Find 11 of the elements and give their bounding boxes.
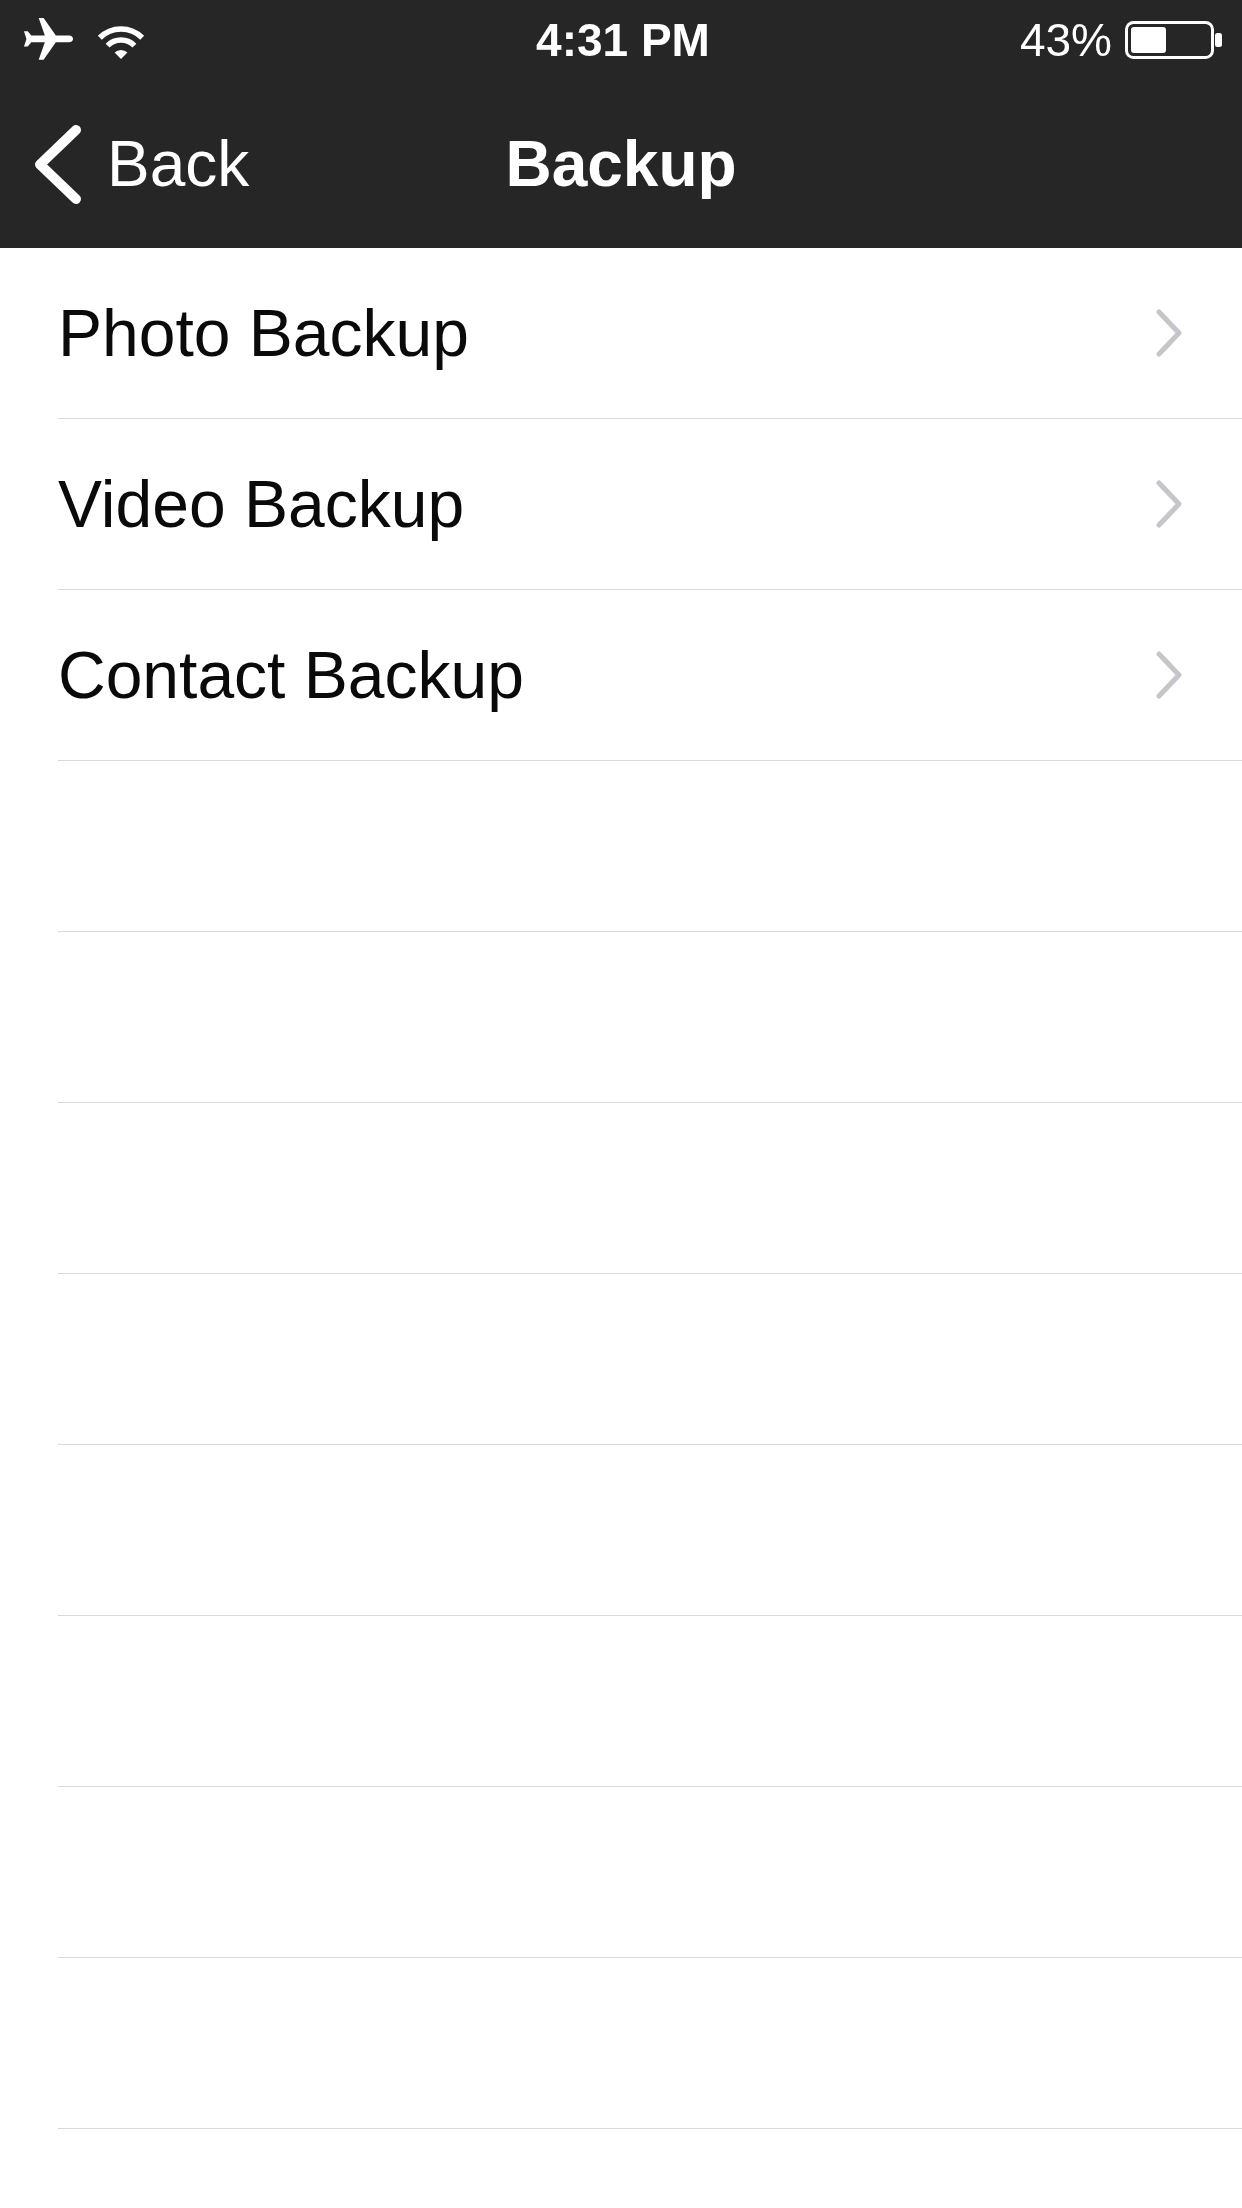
battery-icon <box>1125 21 1222 59</box>
battery-percentage: 43% <box>1019 17 1112 63</box>
chevron-icon <box>1155 480 1183 528</box>
chevron-icon <box>1155 309 1183 357</box>
list-item[interactable]: Video Backup <box>58 419 1242 590</box>
back-chevron-icon <box>32 123 82 205</box>
back-button[interactable]: Back <box>32 123 250 205</box>
chevron-icon <box>1155 651 1183 699</box>
list-item[interactable]: Photo Backup <box>58 248 1242 419</box>
status-time: 4:31 PM <box>536 17 710 63</box>
list-item[interactable]: Contact Backup <box>58 590 1242 761</box>
